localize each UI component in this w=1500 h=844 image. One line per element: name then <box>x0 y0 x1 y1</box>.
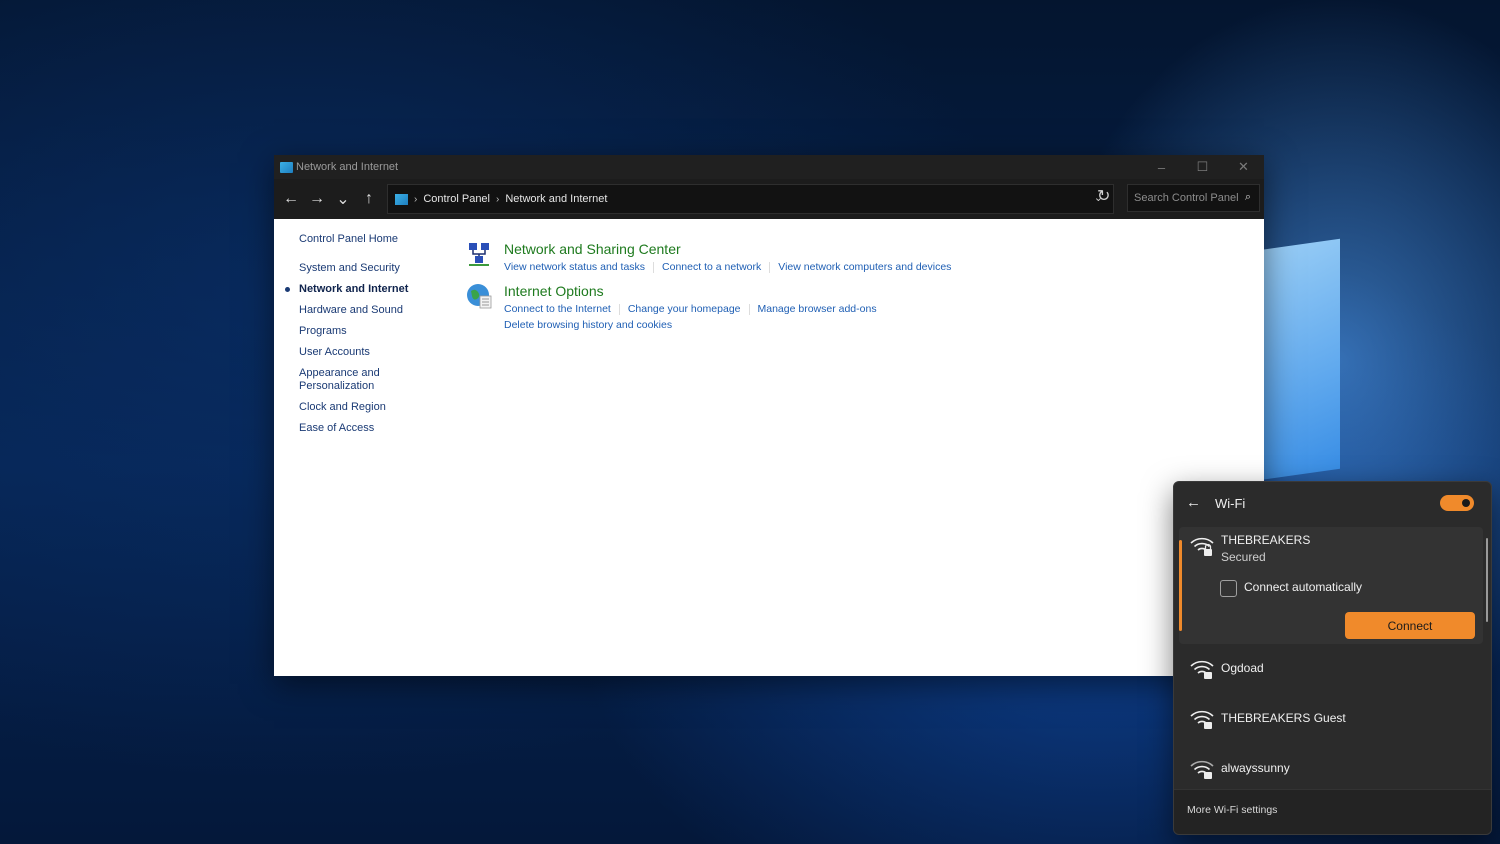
network-item-selected[interactable]: THEBREAKERS Secured Connect automaticall… <box>1179 527 1483 644</box>
address-bar[interactable]: › Control Panel › Network and Internet ⌄ <box>387 184 1114 214</box>
sidebar-item-programs[interactable]: Programs <box>299 325 408 338</box>
maximize-button[interactable]: ☐ <box>1182 155 1223 179</box>
link-view-network-computers[interactable]: View network computers and devices <box>778 261 951 273</box>
link-delete-browsing-history[interactable]: Delete browsing history and cookies <box>504 319 672 331</box>
network-sharing-links: View network status and tasks Connect to … <box>504 261 951 273</box>
search-input[interactable]: Search Control Panel ⌕ <box>1127 184 1260 212</box>
sidebar-item-hardware-and-sound[interactable]: Hardware and Sound <box>299 304 408 317</box>
more-wifi-settings-link[interactable]: More Wi-Fi settings <box>1187 804 1277 816</box>
internet-options-icon <box>467 284 492 309</box>
control-panel-icon <box>395 193 408 205</box>
window-title: Network and Internet <box>296 161 399 173</box>
link-divider <box>748 303 750 315</box>
link-view-network-status[interactable]: View network status and tasks <box>504 261 645 273</box>
chevron-right-icon: › <box>496 193 500 205</box>
sidebar: Control Panel Home System and Security N… <box>285 233 409 443</box>
forward-icon[interactable]: → <box>304 186 330 212</box>
network-name: alwayssunny <box>1221 761 1290 775</box>
link-divider <box>618 303 620 315</box>
back-icon[interactable]: ← <box>1186 494 1201 511</box>
minimize-button[interactable]: – <box>1141 155 1182 179</box>
sidebar-item-appearance[interactable]: Appearance and Personalization <box>299 367 399 393</box>
connect-button[interactable]: Connect <box>1345 612 1475 639</box>
search-icon[interactable]: ⌕ <box>1245 191 1251 204</box>
link-change-homepage[interactable]: Change your homepage <box>628 303 741 315</box>
back-icon[interactable]: ← <box>278 186 304 212</box>
network-status: Secured <box>1221 550 1266 564</box>
link-divider <box>653 261 655 273</box>
internet-options-links: Connect to the Internet Change your homep… <box>504 303 877 331</box>
internet-options-title[interactable]: Internet Options <box>504 283 604 299</box>
title-bar: Network and Internet – ☐ ✕ <box>274 155 1264 179</box>
wifi-title: Wi-Fi <box>1215 496 1246 511</box>
control-panel-icon <box>280 161 293 173</box>
breadcrumb-network-and-internet[interactable]: Network and Internet <box>505 193 607 205</box>
network-name: Ogdoad <box>1221 661 1264 675</box>
navigation-toolbar: ← → ⌄ ↑ › Control Panel › Network and In… <box>274 179 1264 219</box>
wifi-secured-icon <box>1190 710 1214 729</box>
up-icon[interactable]: ↑ <box>356 186 382 212</box>
selection-accent <box>1179 540 1182 631</box>
sidebar-item-network-and-internet[interactable]: Network and Internet <box>285 283 409 296</box>
link-connect-to-network[interactable]: Connect to a network <box>662 261 761 273</box>
sidebar-item-home[interactable]: Control Panel Home <box>299 233 408 246</box>
wifi-flyout: ← Wi-Fi THEBREAKERS Secured Connect auto… <box>1173 481 1492 835</box>
active-bullet <box>285 287 290 292</box>
wifi-footer: More Wi-Fi settings <box>1174 789 1491 834</box>
network-sharing-title[interactable]: Network and Sharing Center <box>504 241 681 257</box>
network-name: THEBREAKERS <box>1221 533 1311 547</box>
toggle-knob <box>1462 499 1470 507</box>
sidebar-item-user-accounts[interactable]: User Accounts <box>299 346 408 359</box>
network-item[interactable]: THEBREAKERS Guest <box>1179 697 1483 741</box>
close-button[interactable]: ✕ <box>1223 155 1264 179</box>
wifi-secured-icon <box>1190 760 1214 779</box>
refresh-icon[interactable]: ↻ <box>1097 186 1110 206</box>
sidebar-item-system-and-security[interactable]: System and Security <box>299 262 408 275</box>
connect-automatically-checkbox[interactable] <box>1220 580 1237 597</box>
connect-automatically-label[interactable]: Connect automatically <box>1244 580 1362 594</box>
link-manage-addons[interactable]: Manage browser add-ons <box>758 303 877 315</box>
control-panel-window: Network and Internet – ☐ ✕ ← → ⌄ ↑ › Con… <box>274 155 1264 676</box>
wifi-header: ← Wi-Fi <box>1174 482 1491 526</box>
window-controls: – ☐ ✕ <box>1141 155 1264 179</box>
wifi-secured-icon <box>1190 537 1214 556</box>
search-placeholder: Search Control Panel <box>1134 192 1239 204</box>
scrollbar[interactable] <box>1486 538 1488 622</box>
wifi-toggle[interactable] <box>1440 495 1474 511</box>
chevron-right-icon: › <box>414 193 418 205</box>
sidebar-item-ease-of-access[interactable]: Ease of Access <box>299 422 408 435</box>
network-name: THEBREAKERS Guest <box>1221 711 1346 725</box>
sidebar-item-label: Network and Internet <box>299 283 409 295</box>
wifi-secured-icon <box>1190 660 1214 679</box>
network-item[interactable]: Ogdoad <box>1179 647 1483 691</box>
network-sharing-icon <box>469 243 489 266</box>
breadcrumb-control-panel[interactable]: Control Panel <box>423 193 490 205</box>
recent-locations-icon[interactable]: ⌄ <box>330 186 356 212</box>
sidebar-item-clock-and-region[interactable]: Clock and Region <box>299 401 408 414</box>
link-connect-to-internet[interactable]: Connect to the Internet <box>504 303 611 315</box>
network-item[interactable]: alwayssunny <box>1179 747 1483 791</box>
link-divider <box>769 261 771 273</box>
